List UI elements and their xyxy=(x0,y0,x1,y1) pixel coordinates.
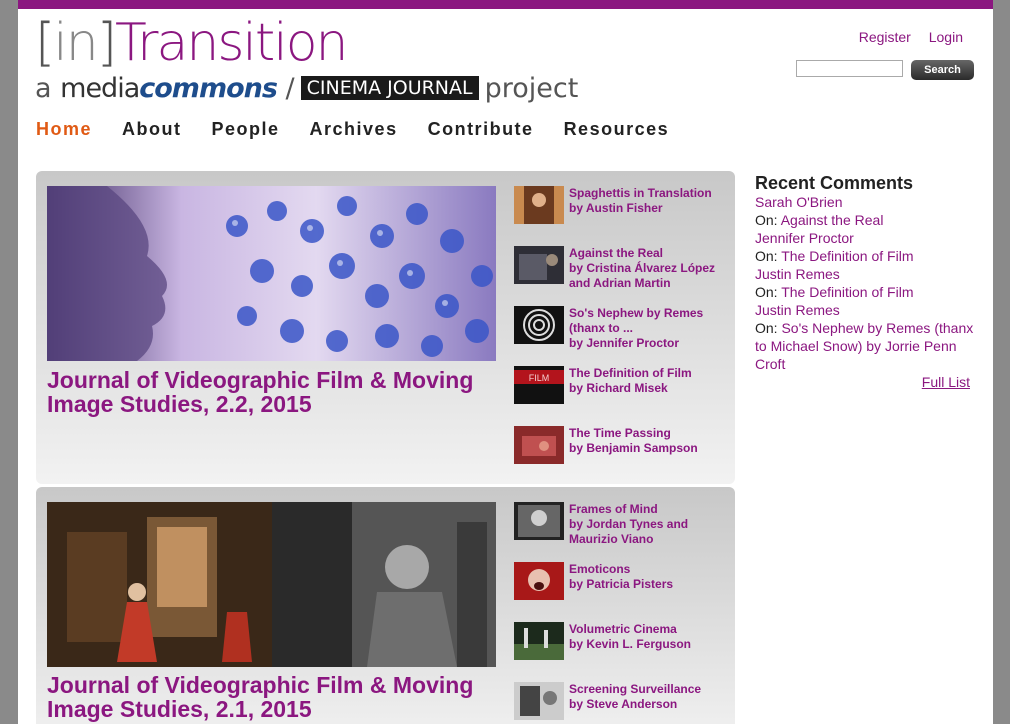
feature-image[interactable] xyxy=(47,502,496,667)
page: [in]Transition a media commons / CINEMA JO… xyxy=(18,9,993,724)
article-text: The Definition of Film by Richard Misek xyxy=(569,366,729,396)
main-nav: Home About People Archives Contribute Re… xyxy=(36,119,699,140)
article-text: Spaghettis in Translation by Austin Fish… xyxy=(569,186,729,216)
article-item[interactable]: Emoticons by Patricia Pisters xyxy=(514,562,729,614)
comment-item: Justin Remes On: So's Nephew by Remes (t… xyxy=(755,301,980,373)
logo-bracket-right: ] xyxy=(96,13,117,73)
search-button[interactable]: Search xyxy=(911,60,974,80)
tagline-slash: / xyxy=(285,72,295,104)
article-author: by Cristina Álvarez López and Adrian Mar… xyxy=(569,261,716,290)
logo-in: in xyxy=(53,13,98,73)
recent-comments-heading: Recent Comments xyxy=(755,173,914,193)
tagline-cinema-journal: CINEMA JOURNAL xyxy=(300,76,479,100)
article-title[interactable]: The Definition of Film xyxy=(569,366,729,381)
logo-transition: Transition xyxy=(115,13,348,73)
register-link[interactable]: Register xyxy=(859,29,911,45)
article-text: Emoticons by Patricia Pisters xyxy=(569,562,729,592)
article-title[interactable]: The Time Passing xyxy=(569,426,729,441)
article-text: So's Nephew by Remes (thanx to ... by Je… xyxy=(569,306,729,351)
article-item[interactable]: So's Nephew by Remes (thanx to ... by Je… xyxy=(514,306,729,358)
article-item[interactable]: Frames of Mind by Jordan Tynes and Mauri… xyxy=(514,502,729,554)
article-thumbnail[interactable] xyxy=(514,562,564,600)
login-link[interactable]: Login xyxy=(929,29,963,45)
recent-comments: Recent Comments Sarah O'Brien On: Agains… xyxy=(755,173,980,391)
full-list-link[interactable]: Full List xyxy=(755,373,970,391)
comment-author[interactable]: Justin Remes xyxy=(755,301,980,319)
comment-author[interactable]: Jennifer Proctor xyxy=(755,229,980,247)
comment-on-label: On: xyxy=(755,248,778,264)
article-title[interactable]: So's Nephew by Remes (thanx to ... xyxy=(569,306,729,336)
comment-item: Sarah O'Brien On: Against the Real xyxy=(755,193,980,229)
comment-item: Justin Remes On: The Definition of Film xyxy=(755,265,980,301)
article-title[interactable]: Screening Surveillance xyxy=(569,682,729,697)
comment-on-label: On: xyxy=(755,320,778,336)
article-author: by Kevin L. Ferguson xyxy=(569,637,692,651)
accent-bar xyxy=(18,0,993,9)
article-item[interactable]: Spaghettis in Translation by Austin Fish… xyxy=(514,186,729,238)
user-links: Register Login xyxy=(845,29,963,45)
article-thumbnail[interactable] xyxy=(514,186,564,224)
article-thumbnail[interactable] xyxy=(514,426,564,464)
comment-on-label: On: xyxy=(755,212,778,228)
article-text: Screening Surveillance by Steve Anderson xyxy=(569,682,729,712)
article-thumbnail[interactable] xyxy=(514,306,564,344)
comment-author[interactable]: Sarah O'Brien xyxy=(755,193,980,211)
article-thumbnail[interactable] xyxy=(514,682,564,720)
article-author: by Austin Fisher xyxy=(569,201,663,215)
article-author: by Jordan Tynes and Maurizio Viano xyxy=(569,517,689,546)
article-text: Against the Real by Cristina Álvarez Lóp… xyxy=(569,246,729,291)
article-title[interactable]: Spaghettis in Translation xyxy=(569,186,729,201)
comment-post[interactable]: The Definition of Film xyxy=(781,284,913,300)
comment-on-label: On: xyxy=(755,284,778,300)
article-thumbnail[interactable] xyxy=(514,502,564,540)
article-thumbnail[interactable] xyxy=(514,246,564,284)
search-input[interactable] xyxy=(796,60,903,77)
site-tagline: a media commons / CINEMA JOURNAL project xyxy=(35,72,579,104)
tagline-commons: commons xyxy=(139,72,278,104)
nav-about[interactable]: About xyxy=(122,119,181,140)
nav-resources[interactable]: Resources xyxy=(564,119,670,140)
logo-bracket-left: [ xyxy=(35,13,55,73)
article-author: by Richard Misek xyxy=(569,381,668,395)
issue-title[interactable]: Journal of Videographic Film & Moving Im… xyxy=(47,673,507,721)
article-item[interactable]: FILM The Definition of Film by Richard M… xyxy=(514,366,729,418)
article-author: by Patricia Pisters xyxy=(569,577,674,591)
nav-contribute[interactable]: Contribute xyxy=(428,119,534,140)
article-author: by Benjamin Sampson xyxy=(569,441,698,455)
tagline-a: a xyxy=(35,72,52,104)
article-title[interactable]: Volumetric Cinema xyxy=(569,622,729,637)
article-title[interactable]: Emoticons xyxy=(569,562,729,577)
issue-panel: Journal of Videographic Film & Moving Im… xyxy=(36,171,735,484)
comment-post[interactable]: The Definition of Film xyxy=(781,248,913,264)
feature-image[interactable] xyxy=(47,186,496,361)
article-author: by Steve Anderson xyxy=(569,697,678,711)
article-title[interactable]: Frames of Mind xyxy=(569,502,729,517)
article-item[interactable]: The Time Passing by Benjamin Sampson xyxy=(514,426,729,478)
comment-item: Jennifer Proctor On: The Definition of F… xyxy=(755,229,980,265)
comment-author[interactable]: Justin Remes xyxy=(755,265,980,283)
nav-archives[interactable]: Archives xyxy=(310,119,398,140)
nav-people[interactable]: People xyxy=(212,119,280,140)
site-logo[interactable]: [in]Transition xyxy=(35,13,348,73)
tagline-project: project xyxy=(484,72,579,104)
article-text: Frames of Mind by Jordan Tynes and Mauri… xyxy=(569,502,729,547)
article-item[interactable]: Screening Surveillance by Steve Anderson xyxy=(514,682,729,724)
comment-post[interactable]: Against the Real xyxy=(781,212,884,228)
article-author: by Jennifer Proctor xyxy=(569,336,680,350)
article-text: The Time Passing by Benjamin Sampson xyxy=(569,426,729,456)
nav-home[interactable]: Home xyxy=(36,119,92,140)
issue-title[interactable]: Journal of Videographic Film & Moving Im… xyxy=(47,368,507,416)
article-thumbnail[interactable] xyxy=(514,622,564,660)
article-text: Volumetric Cinema by Kevin L. Ferguson xyxy=(569,622,729,652)
comment-post[interactable]: So's Nephew by Remes (thanx to Michael S… xyxy=(755,320,973,372)
issue-panel: Journal of Videographic Film & Moving Im… xyxy=(36,487,735,724)
article-title[interactable]: Against the Real xyxy=(569,246,729,261)
tagline-media: media xyxy=(60,72,140,104)
article-item[interactable]: Volumetric Cinema by Kevin L. Ferguson xyxy=(514,622,729,674)
article-thumbnail[interactable]: FILM xyxy=(514,366,564,404)
thumb-film-text: FILM xyxy=(529,373,550,383)
article-item[interactable]: Against the Real by Cristina Álvarez Lóp… xyxy=(514,246,729,298)
